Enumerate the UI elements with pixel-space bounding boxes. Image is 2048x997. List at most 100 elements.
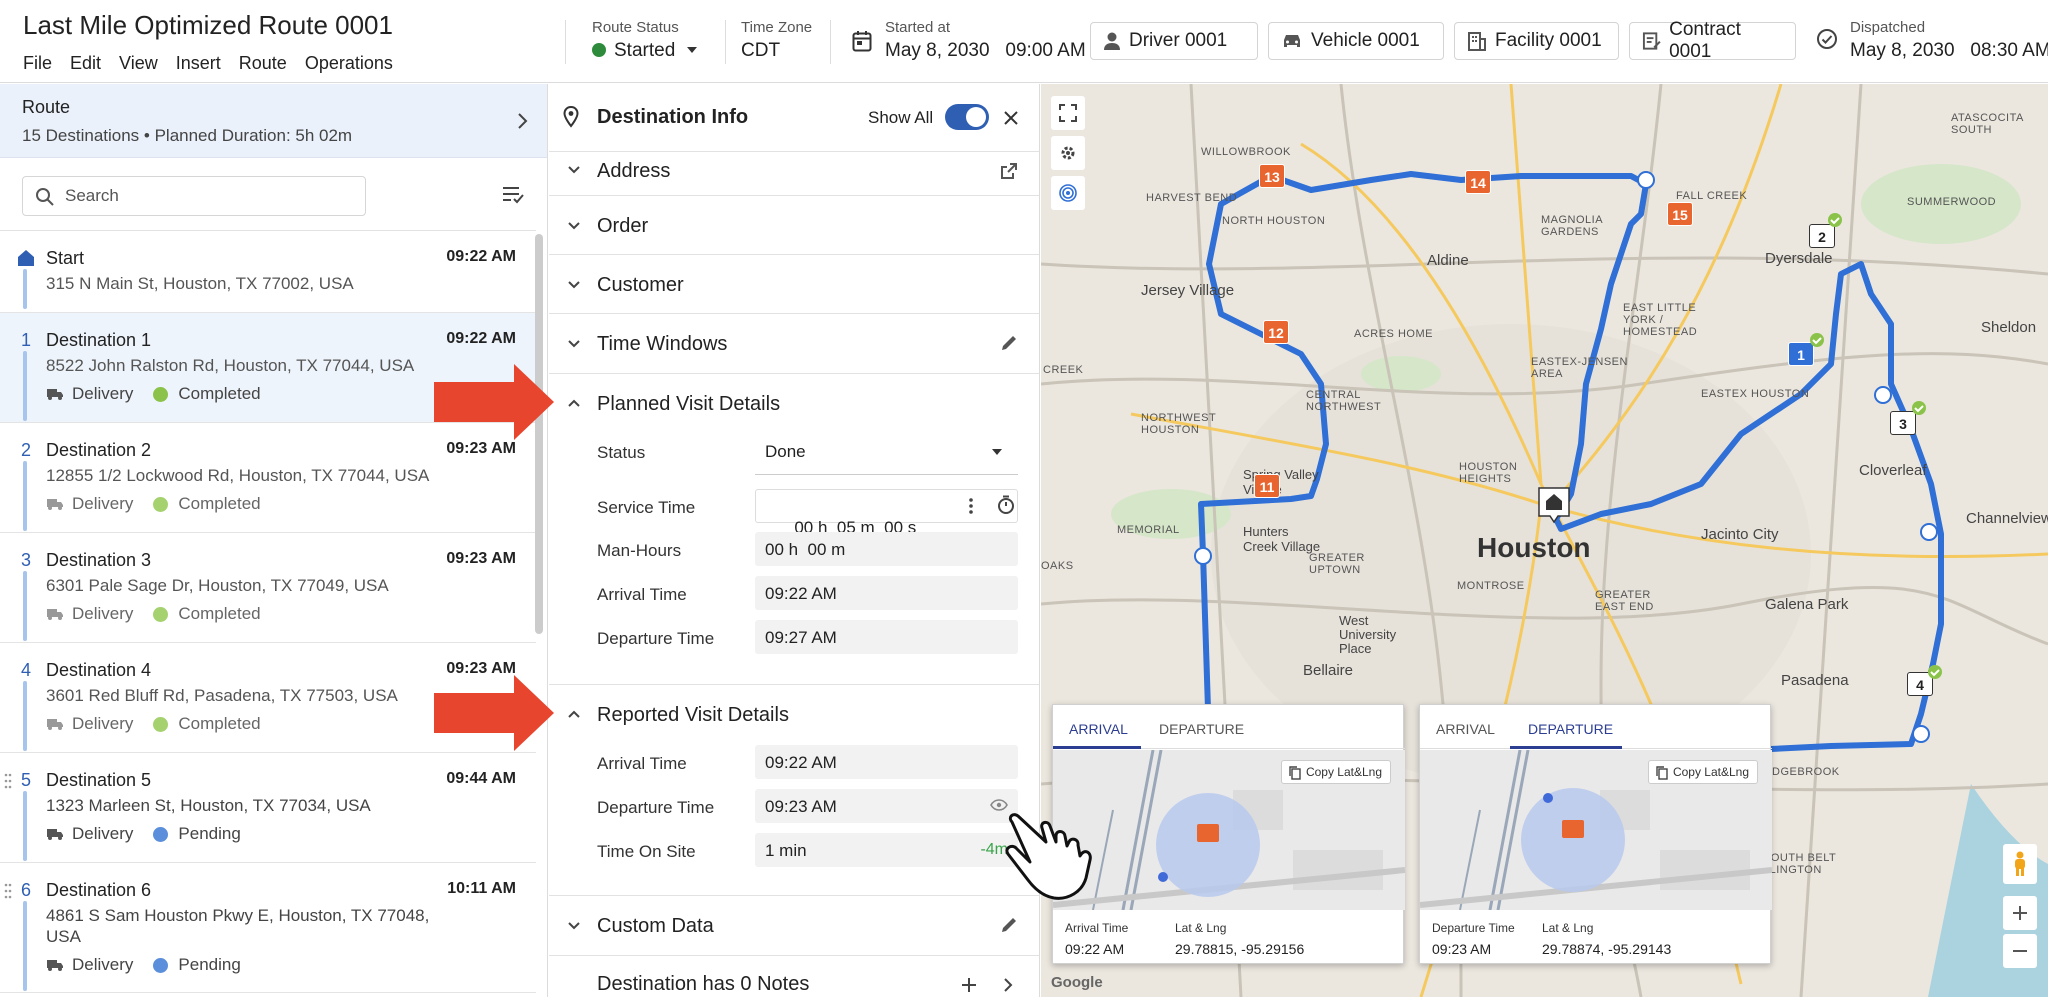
fullscreen-button[interactable] [1051, 96, 1085, 130]
stop-status: Completed [178, 714, 261, 733]
zoom-out-button[interactable] [2003, 934, 2037, 968]
destination-info-panel: Destination Info Show All Address Order … [549, 84, 1040, 997]
copy-latlng-label: Copy Lat&Lng [1305, 765, 1382, 779]
external-link-icon[interactable] [1000, 162, 1018, 180]
contract-button[interactable]: Contract 0001 [1629, 19, 1796, 62]
route-status-label: Route Status [592, 19, 679, 36]
timeline-bar [23, 791, 27, 861]
time-on-site-field: 1 min -4m [755, 833, 1018, 867]
map-marker-11[interactable]: 11 [1254, 474, 1280, 498]
list-item-destination-5[interactable]: 5 Destination 5 09:44 AM 1323 Marleen St… [0, 753, 536, 863]
map-marker-15[interactable]: 15 [1667, 202, 1693, 226]
copy-latlng-label: Copy Lat&Lng [1672, 765, 1749, 779]
map-label: FALL CREEK [1676, 190, 1748, 202]
menu-operations[interactable]: Operations [305, 53, 393, 74]
stop-meta: Delivery Pending [46, 824, 241, 844]
stop-status: Completed [178, 604, 261, 623]
close-icon[interactable] [1003, 110, 1019, 126]
timeline-bar [23, 461, 27, 531]
stop-index: 4 [21, 660, 32, 680]
completed-check-icon [1810, 333, 1824, 347]
timeline-bar [23, 681, 27, 751]
section-notes[interactable]: Destination has 0 Notes [549, 956, 1039, 997]
minus-icon [2013, 950, 2027, 952]
stop-meta: Delivery Pending [46, 955, 241, 975]
depot-home-icon[interactable] [1537, 486, 1571, 524]
section-custom-data[interactable]: Custom Data [549, 896, 1039, 956]
stop-name: Destination 2 [46, 440, 152, 460]
time-on-site-label: Time On Site [597, 842, 696, 861]
menu-file[interactable]: File [23, 53, 52, 74]
copy-latlng-button[interactable]: Copy Lat&Lng [1647, 760, 1758, 784]
list-item-destination-6[interactable]: 6 Destination 6 10:11 AM 4861 S Sam Hous… [0, 863, 536, 993]
search-input[interactable] [65, 177, 355, 215]
timeline-bar [23, 571, 27, 641]
driver-button[interactable]: Driver 0001 [1090, 22, 1258, 60]
caret-down-icon [687, 47, 698, 53]
list-item-destination-3[interactable]: 3 Destination 3 09:23 AM 6301 Pale Sage … [0, 533, 536, 643]
destination-list: Start 09:22 AM 315 N Main St, Houston, T… [0, 230, 536, 997]
drag-handle-icon[interactable] [4, 883, 12, 899]
route-status-value: Started [614, 40, 676, 61]
route-status-dropdown[interactable]: Started [592, 40, 698, 62]
map-settings-button[interactable] [1051, 136, 1085, 170]
stop-address: 12855 1/2 Lockwood Rd, Houston, TX 77044… [46, 466, 430, 485]
more-vertical-icon[interactable] [969, 498, 973, 514]
chevron-down-icon [568, 922, 580, 930]
completed-check-icon [1912, 401, 1926, 415]
tab-arrival[interactable]: ARRIVAL [1069, 721, 1128, 737]
tab-arrival[interactable]: ARRIVAL [1436, 721, 1495, 737]
service-time-input[interactable]: 00 h 05 m 00 s [755, 489, 1018, 537]
chevron-up-icon[interactable] [567, 398, 581, 408]
menu-insert[interactable]: Insert [176, 53, 221, 74]
map-layers-button[interactable] [1051, 176, 1085, 210]
card-tabs: ARRIVAL DEPARTURE [1053, 705, 1405, 749]
delivery-truck-icon [47, 960, 63, 971]
facility-button[interactable]: Facility 0001 [1454, 22, 1619, 60]
building-icon [1468, 32, 1486, 51]
map-marker-14[interactable]: 14 [1465, 170, 1491, 194]
map-marker-12[interactable]: 12 [1263, 320, 1289, 344]
header-divider [565, 20, 566, 64]
menu-route[interactable]: Route [239, 53, 287, 74]
chevron-up-icon[interactable] [567, 709, 581, 719]
card-tabs: ARRIVAL DEPARTURE [1420, 705, 1772, 749]
section-title: Address [597, 160, 671, 182]
section-address[interactable]: Address [549, 152, 1039, 196]
section-order[interactable]: Order [549, 196, 1039, 255]
zoom-in-button[interactable] [2003, 896, 2037, 930]
mini-map[interactable]: Copy Lat&Lng [1053, 750, 1405, 910]
route-summary-card[interactable]: Route 15 Destinations • Planned Duration… [0, 84, 547, 158]
pencil-icon[interactable] [1000, 334, 1018, 352]
stop-type: Delivery [72, 714, 134, 733]
chevron-right-icon[interactable] [1003, 977, 1013, 993]
plus-icon[interactable] [961, 977, 977, 993]
map-label: Galena Park [1765, 596, 1849, 613]
tab-departure[interactable]: DEPARTURE [1528, 721, 1613, 737]
map-label: GREATER UPTOWN [1309, 552, 1365, 576]
menu-edit[interactable]: Edit [70, 53, 101, 74]
pegman-icon [2015, 851, 2025, 876]
stop-time: 09:23 AM [446, 550, 516, 567]
tab-departure[interactable]: DEPARTURE [1159, 721, 1244, 737]
list-item-start[interactable]: Start 09:22 AM 315 N Main St, Houston, T… [0, 231, 536, 313]
stopwatch-icon[interactable] [997, 495, 1015, 515]
section-time-windows[interactable]: Time Windows [549, 314, 1039, 374]
menu-view[interactable]: View [119, 53, 158, 74]
sort-filter-icon[interactable] [501, 184, 525, 206]
show-all-toggle[interactable] [945, 104, 989, 130]
vehicle-button[interactable]: Vehicle 0001 [1268, 22, 1444, 60]
mini-map[interactable]: Copy Lat&Lng [1420, 750, 1772, 910]
route-map[interactable]: WILLOWBROOK HARVEST BEND NORTH HOUSTON J… [1041, 84, 2048, 997]
status-select[interactable]: Done [755, 434, 1018, 468]
street-view-button[interactable] [2003, 844, 2037, 884]
stop-type: Delivery [72, 604, 134, 623]
reported-departure-value: 09:23 AM [765, 797, 837, 816]
drag-handle-icon[interactable] [4, 773, 12, 789]
active-tab-underline [1053, 746, 1141, 749]
latlng-value: 29.78874, -95.29143 [1542, 941, 1672, 957]
pencil-icon[interactable] [1000, 916, 1018, 934]
section-customer[interactable]: Customer [549, 255, 1039, 314]
map-marker-13[interactable]: 13 [1259, 164, 1285, 188]
copy-latlng-button[interactable]: Copy Lat&Lng [1280, 760, 1391, 784]
